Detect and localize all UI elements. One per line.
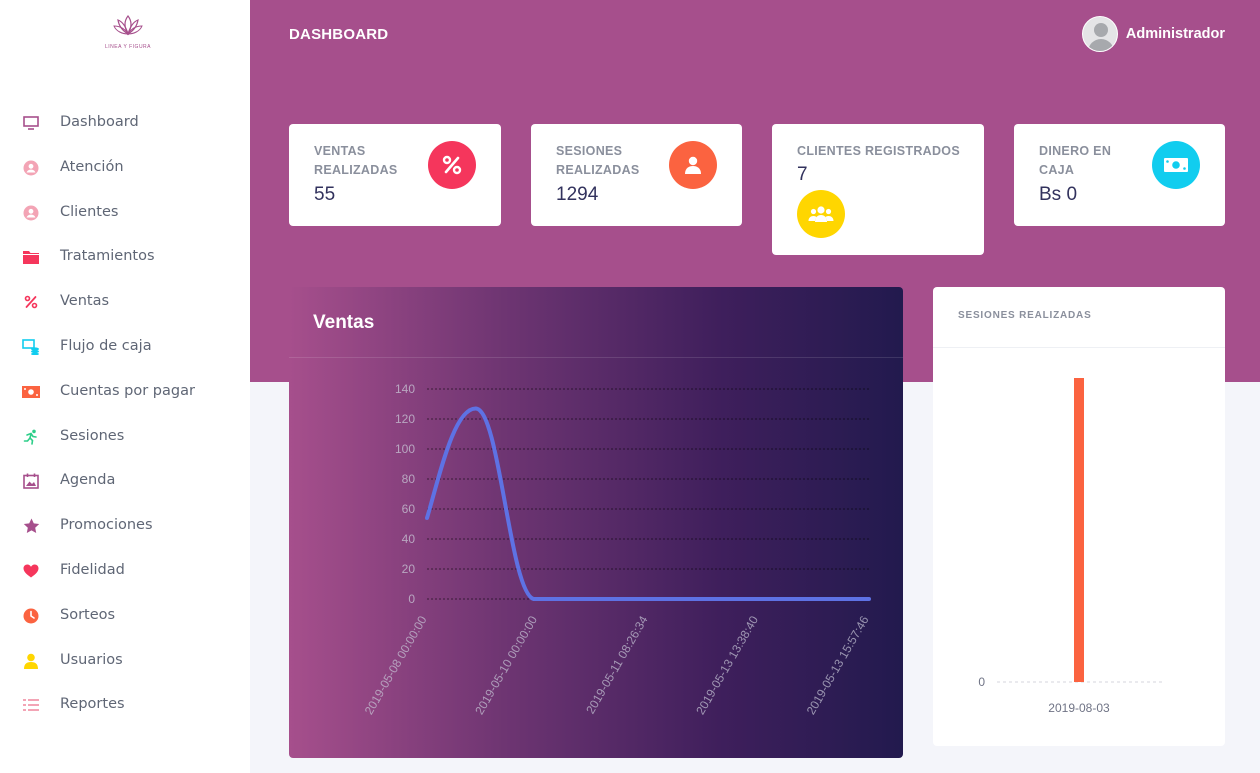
sidebar-item-label: Fidelidad bbox=[60, 562, 125, 578]
sidebar-item-clientes[interactable]: Clientes bbox=[0, 192, 250, 232]
brand-logo[interactable]: LINEA Y FIGURA bbox=[100, 14, 156, 54]
y-tick-label: 140 bbox=[395, 382, 415, 396]
y-tick-label: 0 bbox=[408, 592, 415, 606]
sidebar: LINEA Y FIGURA Dashboard Atención Clientes… bbox=[0, 0, 250, 773]
logo-text: LINEA Y FIGURA bbox=[105, 44, 151, 50]
stat-title: VENTAS REALIZADAS bbox=[314, 144, 398, 177]
users-icon bbox=[797, 190, 845, 238]
sidebar-item-sesiones[interactable]: Sesiones bbox=[0, 416, 250, 456]
avatar[interactable] bbox=[1081, 16, 1118, 52]
list-icon bbox=[22, 696, 40, 714]
stat-card-sesiones[interactable]: SESIONES REALIZADAS 1294 bbox=[531, 124, 742, 226]
user-icon bbox=[22, 652, 40, 670]
monitor-icon bbox=[22, 114, 40, 132]
x-tick-label: 2019-05-08 00:00:00 bbox=[362, 613, 430, 717]
sidebar-item-label: Sorteos bbox=[60, 606, 116, 623]
y-tick-label: 80 bbox=[402, 472, 416, 486]
sidebar-item-label: Sesiones bbox=[60, 427, 125, 444]
sidebar-item-label: Agenda bbox=[60, 472, 116, 489]
user-icon bbox=[669, 141, 717, 189]
sesiones-bar-chart[interactable]: 0 2019-08-03 bbox=[933, 287, 1225, 746]
user-circle-icon bbox=[22, 159, 40, 177]
y-tick-label: 20 bbox=[402, 562, 416, 576]
sidebar-item-reportes[interactable]: Reportes bbox=[0, 684, 250, 724]
stat-card-clientes[interactable]: CLIENTES REGISTRADOS 7 bbox=[772, 124, 984, 255]
sidebar-item-label: Usuarios bbox=[60, 651, 123, 668]
x-tick-label: 2019-05-13 15:57:46 bbox=[804, 613, 872, 717]
sidebar-item-fidelidad[interactable]: Fidelidad bbox=[0, 550, 250, 590]
stat-value: 55 bbox=[314, 184, 336, 205]
sidebar-item-label: Promociones bbox=[60, 517, 153, 534]
stat-title: DINERO EN CAJA bbox=[1039, 144, 1112, 177]
ventas-line-chart[interactable]: 0 20 40 60 80 100 120 140 2019-05-08 00:00:00 201… bbox=[289, 287, 903, 758]
money-icon bbox=[1152, 141, 1200, 189]
heart-icon bbox=[22, 562, 40, 580]
user-menu[interactable]: Administrador bbox=[1081, 16, 1225, 52]
y-tick-label: 0 bbox=[978, 675, 985, 689]
money-icon bbox=[22, 383, 40, 401]
sidebar-item-agenda[interactable]: Agenda bbox=[0, 460, 250, 500]
stat-title: SESIONES REALIZADAS bbox=[556, 144, 640, 177]
ventas-series-line[interactable] bbox=[425, 406, 871, 601]
cash-flow-icon bbox=[22, 338, 40, 356]
sidebar-item-label: Cuentas por pagar bbox=[60, 382, 195, 399]
x-tick-label: 2019-05-10 00:00:00 bbox=[472, 613, 540, 717]
y-tick-label: 60 bbox=[402, 502, 416, 516]
sidebar-item-dashboard[interactable]: Dashboard bbox=[0, 102, 250, 142]
sidebar-item-ventas[interactable]: Ventas bbox=[0, 281, 250, 321]
stat-value: 7 bbox=[797, 164, 808, 185]
sidebar-item-atención[interactable]: Atención bbox=[0, 147, 250, 187]
y-tick-label: 100 bbox=[395, 442, 415, 456]
bar[interactable] bbox=[1074, 378, 1084, 682]
stat-title: CLIENTES REGISTRADOS bbox=[797, 144, 960, 158]
stat-card-dinero[interactable]: DINERO EN CAJA Bs 0 bbox=[1014, 124, 1225, 226]
user-name[interactable]: Administrador bbox=[1126, 26, 1225, 42]
calendar-icon bbox=[22, 472, 40, 490]
user-circle-icon bbox=[22, 204, 40, 222]
page-title: DASHBOARD bbox=[289, 26, 389, 43]
x-tick-label: 2019-08-03 bbox=[1048, 701, 1110, 715]
sidebar-item-promociones[interactable]: Promociones bbox=[0, 505, 250, 545]
sidebar-item-label: Ventas bbox=[60, 293, 110, 310]
x-tick-label: 2019-05-13 13:38:40 bbox=[693, 613, 761, 717]
percent-icon bbox=[428, 141, 476, 189]
sidebar-item-label: Clientes bbox=[60, 203, 119, 220]
folder-icon bbox=[22, 248, 40, 266]
sidebar-item-label: Tratamientos bbox=[60, 248, 155, 265]
sidebar-item-label: Flujo de caja bbox=[60, 338, 152, 354]
stat-value: 1294 bbox=[556, 184, 599, 205]
y-tick-label: 120 bbox=[395, 412, 415, 426]
lotus-logo-icon bbox=[113, 15, 143, 36]
sidebar-item-cuentas-por-pagar[interactable]: Cuentas por pagar bbox=[0, 371, 250, 411]
ventas-chart-card: Ventas 0 20 40 60 80 100 120 140 2019-05-08 00:0… bbox=[289, 287, 903, 758]
percent-icon bbox=[22, 293, 40, 311]
sidebar-item-label: Atención bbox=[60, 158, 124, 175]
clock-icon bbox=[22, 607, 40, 625]
sidebar-item-label: Reportes bbox=[60, 696, 125, 713]
sesiones-chart-card: SESIONES REALIZADAS 0 2019-08-03 bbox=[933, 287, 1225, 746]
running-icon bbox=[22, 428, 40, 446]
sidebar-item-sorteos[interactable]: Sorteos bbox=[0, 595, 250, 635]
stat-value: Bs 0 bbox=[1039, 184, 1078, 205]
sidebar-item-label: Dashboard bbox=[60, 114, 139, 130]
y-tick-label: 40 bbox=[402, 532, 416, 546]
sidebar-item-tratamientos[interactable]: Tratamientos bbox=[0, 236, 250, 276]
star-icon bbox=[22, 517, 40, 535]
sidebar-item-flujo-de-caja[interactable]: Flujo de caja bbox=[0, 326, 250, 366]
stat-card-ventas[interactable]: VENTAS REALIZADAS 55 bbox=[289, 124, 501, 226]
sidebar-item-usuarios[interactable]: Usuarios bbox=[0, 640, 250, 680]
x-tick-label: 2019-05-11 08:26:34 bbox=[583, 613, 651, 716]
